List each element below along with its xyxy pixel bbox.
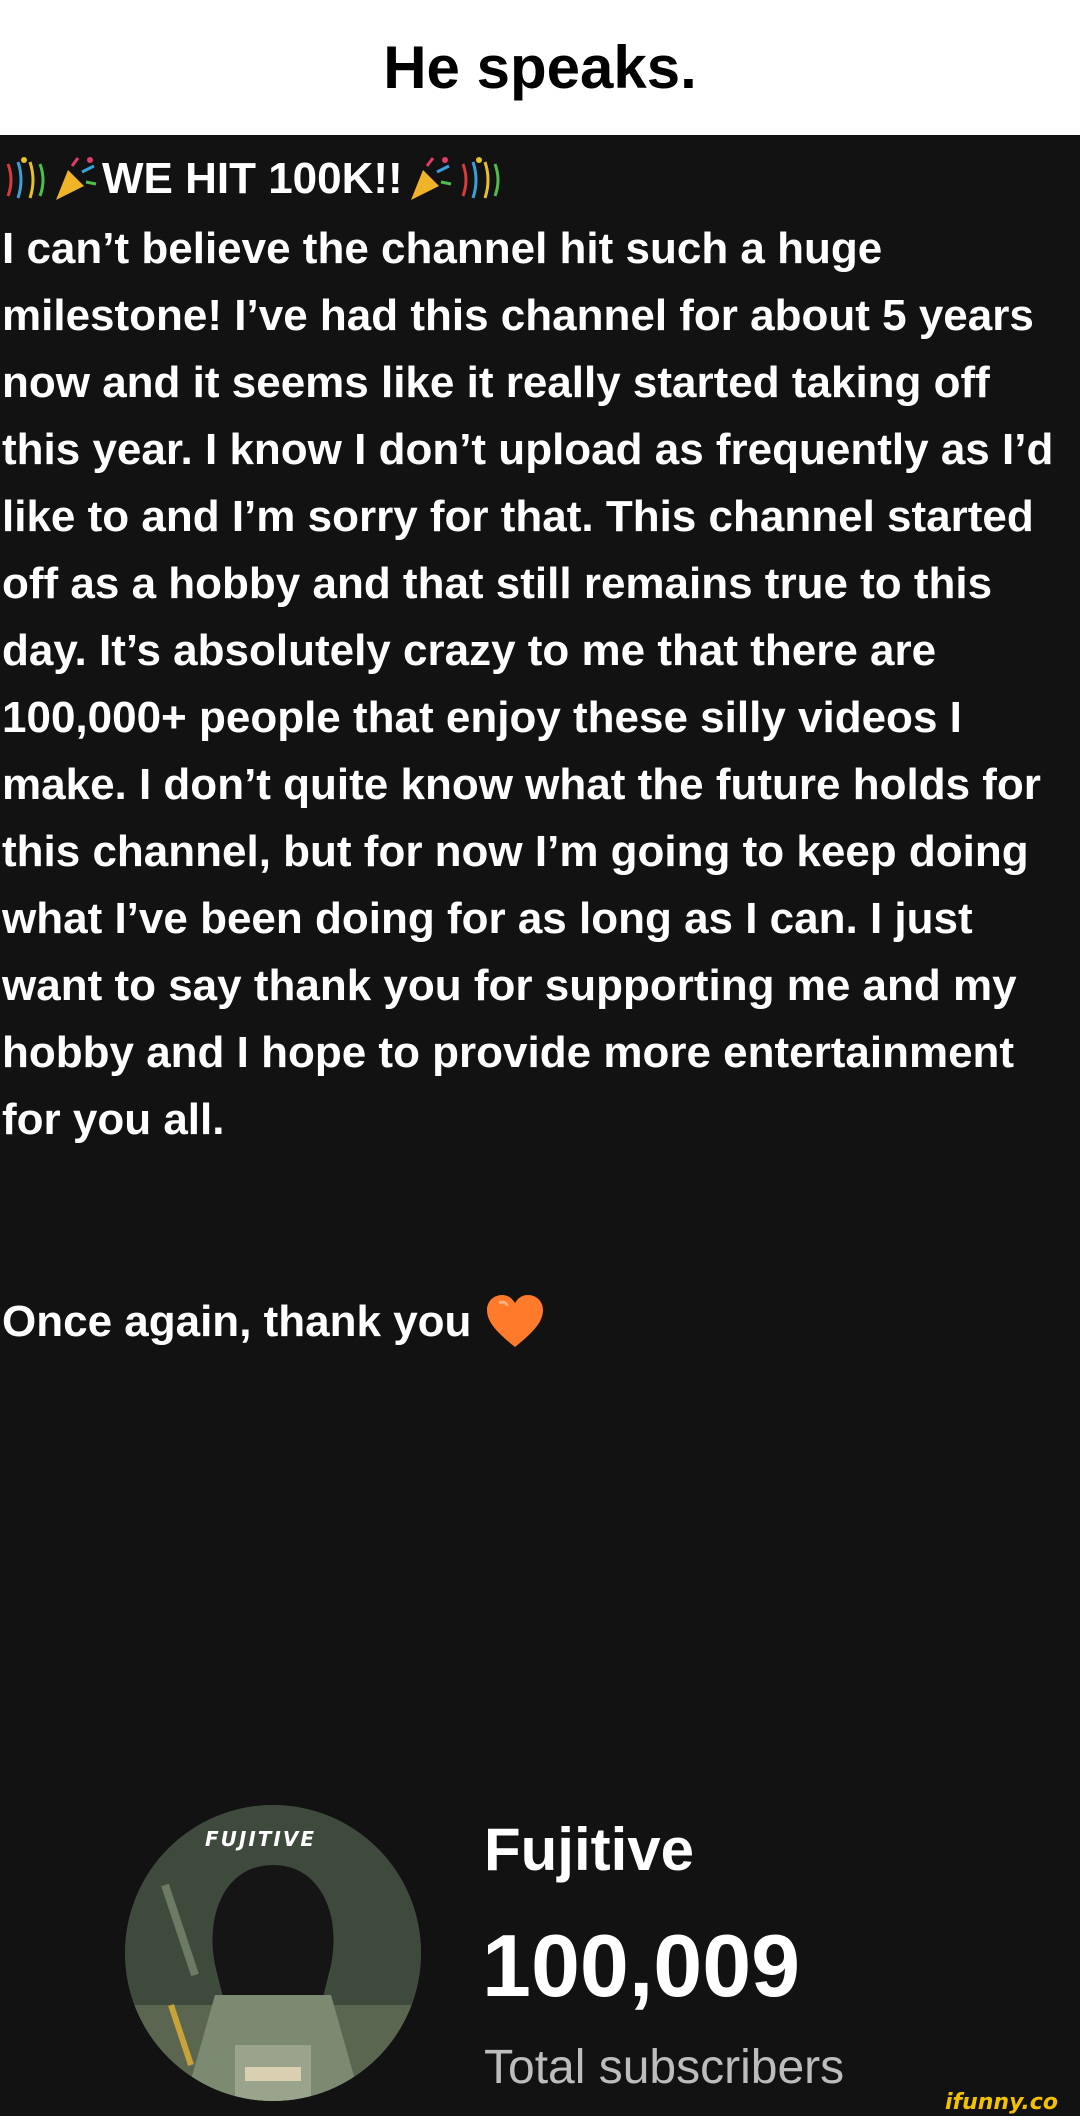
post-body-text: I can’t believe the channel hit such a h… xyxy=(2,224,1054,1144)
subscriber-count: 100,009 xyxy=(482,1916,801,2015)
party-popper-icon xyxy=(410,157,451,200)
meme-caption: He speaks. xyxy=(383,34,697,101)
confetti-icon xyxy=(461,157,500,199)
orange-heart-icon xyxy=(487,1294,544,1347)
channel-name[interactable]: Fujitive xyxy=(484,1815,694,1884)
avatar-logo-text: FUJITIVE xyxy=(205,1827,317,1851)
closing-text: Once again, thank you xyxy=(2,1296,472,1346)
subscriber-label: Total subscribers xyxy=(484,2041,845,2094)
post-headline: WE HIT 100K!! xyxy=(2,148,507,210)
channel-avatar[interactable]: FUJITIVE xyxy=(125,1805,421,2101)
party-popper-icon xyxy=(56,157,97,200)
meme-caption-bar: He speaks. xyxy=(0,0,1080,135)
ifunny-watermark: ifunny.co xyxy=(945,2090,1058,2115)
headline-text: WE HIT 100K!! xyxy=(102,154,403,203)
post-closing: Once again, thank you xyxy=(2,1288,545,1355)
confetti-icon xyxy=(6,157,45,199)
post-body: I can’t believe the channel hit such a h… xyxy=(2,215,1072,1153)
